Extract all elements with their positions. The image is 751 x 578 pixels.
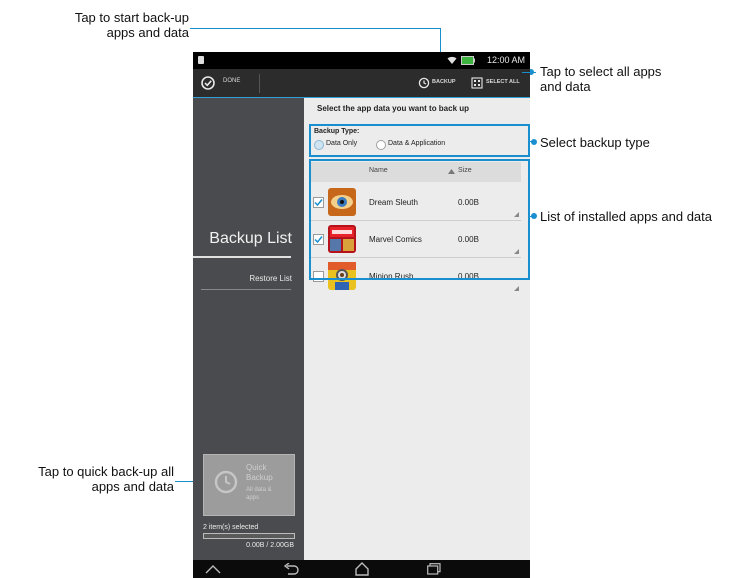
- callout-line-backup-type: [530, 141, 536, 142]
- storage-bar: [203, 533, 295, 539]
- status-time: 12:00 AM: [486, 55, 525, 65]
- status-bar: 12:00 AM: [193, 52, 530, 69]
- done-button[interactable]: DONE: [199, 73, 257, 93]
- restore-list-tab[interactable]: Restore List: [193, 268, 304, 292]
- navigation-bar: [193, 560, 530, 578]
- done-check-icon: [201, 76, 215, 90]
- recent-apps-icon[interactable]: [427, 563, 441, 575]
- callout-start-backup: Tap to start back-up apps and data: [74, 10, 189, 40]
- battery-icon: [461, 56, 475, 65]
- action-bar-divider: [259, 74, 260, 93]
- highlight-app-list: [309, 159, 530, 280]
- notification-icon: [198, 56, 204, 64]
- backup-list-tab[interactable]: Backup List: [193, 226, 304, 260]
- action-bar: DONE BACKUP SELECT ALL: [193, 69, 530, 98]
- done-label: DONE: [223, 78, 241, 84]
- restore-list-label: Restore List: [249, 274, 292, 283]
- highlight-backup-type: [309, 124, 530, 157]
- callout-line-select-all: [522, 72, 536, 73]
- select-all-icon: [471, 77, 483, 89]
- page-heading: Select the app data you want to back up: [317, 104, 470, 113]
- storage-text: 0.00B / 2.00GB: [246, 542, 294, 549]
- callout-app-list: List of installed apps and data: [540, 209, 713, 224]
- callout-select-all: Tap to select all apps and data: [540, 64, 662, 94]
- restore-list-underline: [201, 289, 291, 290]
- backup-list-label: Backup List: [209, 230, 292, 247]
- highlight-quick-backup: [200, 454, 296, 516]
- back-icon[interactable]: [283, 563, 299, 575]
- select-all-button[interactable]: SELECT ALL: [471, 75, 530, 92]
- callout-line-start-backup: [190, 28, 440, 29]
- callout-backup-type: Select backup type: [540, 135, 650, 150]
- backup-icon: [418, 77, 430, 89]
- select-all-label: SELECT ALL: [486, 79, 520, 85]
- callout-line-app-list: [530, 216, 536, 217]
- callout-dot-backup-type: [531, 139, 537, 145]
- home-nav-icon[interactable]: [354, 562, 370, 576]
- wifi-icon: [447, 56, 457, 64]
- expand-corner-icon: [514, 286, 519, 291]
- home-icon[interactable]: [205, 564, 221, 574]
- selected-count: 2 item(s) selected: [203, 524, 259, 531]
- backup-button[interactable]: BACKUP: [418, 75, 466, 92]
- callout-quick-backup: Tap to quick back-up all apps and data: [38, 464, 174, 494]
- backup-list-underline: [193, 256, 291, 258]
- backup-label: BACKUP: [432, 79, 456, 85]
